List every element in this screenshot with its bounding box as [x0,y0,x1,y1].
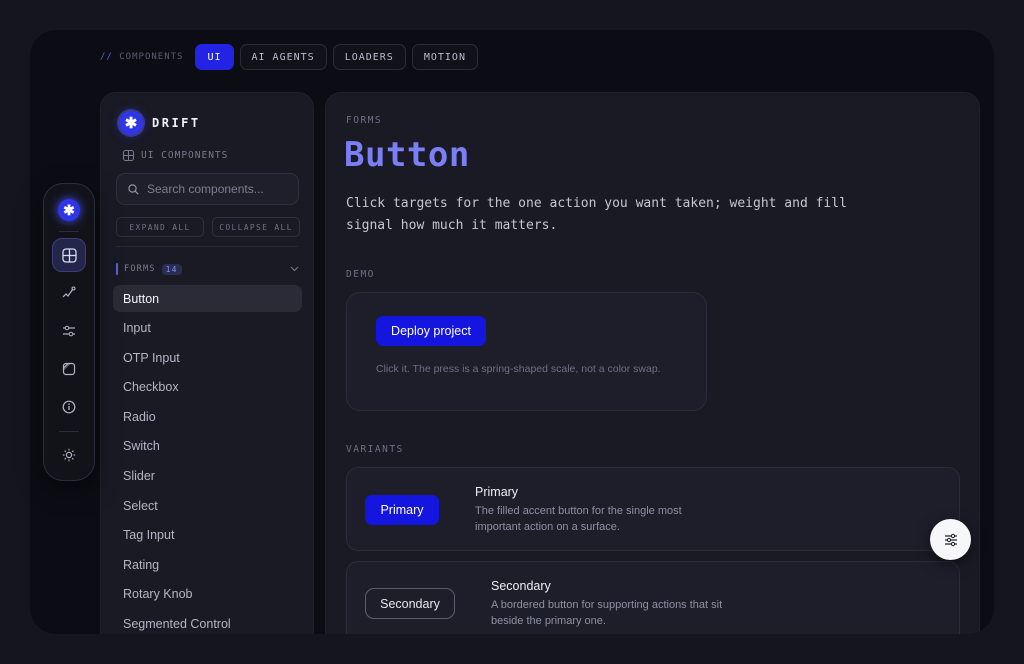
sliders-icon [63,325,75,337]
expand-controls: EXPAND ALL COLLAPSE ALL [116,217,300,237]
rail-grid-button[interactable] [52,238,86,272]
main-content: FORMS Button Click targets for the one a… [325,92,980,634]
rail-home-button[interactable]: ✱ [52,193,86,227]
sliders-icon [944,533,957,546]
sidebar-subtitle-text: UI COMPONENTS [141,150,229,161]
rail-divider [59,431,79,432]
grid-icon [123,150,134,161]
brand-name: DRIFT [152,116,201,130]
variant-title: Secondary [491,579,551,593]
collapse-all-button[interactable]: COLLAPSE ALL [212,217,300,237]
page-title: Button [344,135,470,175]
page-description: Click targets for the one action you wan… [346,196,847,233]
rail-chart-button[interactable] [52,276,86,310]
chart-icon [62,286,76,298]
demo-note: Click it. The press is a spring-shaped s… [376,363,661,375]
sidebar: ✱ DRIFT UI COMPONENTS EXPAND ALL COLLAPS… [100,92,314,634]
group-accent-bar [116,263,118,275]
rail-sliders-button[interactable] [52,314,86,348]
demo-label: DEMO [346,269,375,280]
logo-icon: ✱ [119,111,143,135]
page-eyebrow: FORMS [346,115,383,126]
top-nav: // COMPONENTS UI AI AGENTS LOADERS MOTIO… [100,44,478,70]
rail-theme-button[interactable] [52,438,86,472]
variants-label: VARIANTS [346,444,404,455]
grid-icon [61,247,77,263]
group-label: FORMS [124,264,156,274]
sidebar-item-tag-input[interactable]: Tag Input [113,522,302,549]
variant-description: A bordered button for supporting actions… [491,599,723,627]
divider [116,246,298,247]
app-frame: // COMPONENTS UI AI AGENTS LOADERS MOTIO… [30,30,994,634]
sidebar-item-rating[interactable]: Rating [113,551,302,578]
sidebar-item-segmented-control[interactable]: Segmented Control [113,611,302,634]
group-header-forms[interactable]: FORMS 14 [116,263,299,275]
sidebar-item-rotary-knob[interactable]: Rotary Knob [113,581,302,608]
breadcrumb-slashes: // [100,52,113,62]
tab-loaders[interactable]: LOADERS [332,44,406,70]
tab-ai-agents[interactable]: AI AGENTS [239,44,327,70]
sidebar-item-otp-input[interactable]: OTP Input [113,344,302,371]
layers-icon [62,362,76,376]
sidebar-subtitle: UI COMPONENTS [123,150,228,161]
logo-icon: ✱ [58,199,80,221]
variant-card-secondary: Secondary Secondary A bordered button fo… [346,561,960,634]
tab-ui[interactable]: UI [195,44,234,70]
sidebar-item-radio[interactable]: Radio [113,403,302,430]
component-list: Button Input OTP Input Checkbox Radio Sw… [113,285,302,634]
secondary-button[interactable]: Secondary [365,588,455,619]
tool-rail: ✱ [43,183,95,481]
sidebar-item-input[interactable]: Input [113,315,302,342]
rail-info-button[interactable] [52,390,86,424]
breadcrumb-label: COMPONENTS [119,52,184,62]
variant-card-primary: Primary Primary The filled accent button… [346,467,960,551]
sidebar-item-switch[interactable]: Switch [113,433,302,460]
sidebar-item-button[interactable]: Button [113,285,302,312]
demo-card: Deploy project Click it. The press is a … [346,292,707,411]
rail-divider [59,231,79,232]
sun-icon [62,448,76,462]
group-count-badge: 14 [161,263,182,275]
breadcrumb: // COMPONENTS [100,52,183,62]
search-box[interactable] [116,173,299,205]
info-icon [62,400,76,414]
sidebar-item-select[interactable]: Select [113,492,302,519]
chevron-down-icon [290,266,299,272]
tab-motion[interactable]: MOTION [411,44,478,70]
settings-fab[interactable] [930,519,971,560]
variant-title: Primary [475,485,519,499]
variant-description: The filled accent button for the single … [475,505,682,533]
expand-all-button[interactable]: EXPAND ALL [116,217,204,237]
rail-layers-button[interactable] [52,352,86,386]
search-icon [128,183,139,195]
sidebar-item-slider[interactable]: Slider [113,463,302,490]
primary-button[interactable]: Primary [365,495,439,525]
sidebar-item-checkbox[interactable]: Checkbox [113,374,302,401]
deploy-project-button[interactable]: Deploy project [376,316,486,346]
brand[interactable]: ✱ DRIFT [119,111,201,135]
search-input[interactable] [147,182,287,196]
